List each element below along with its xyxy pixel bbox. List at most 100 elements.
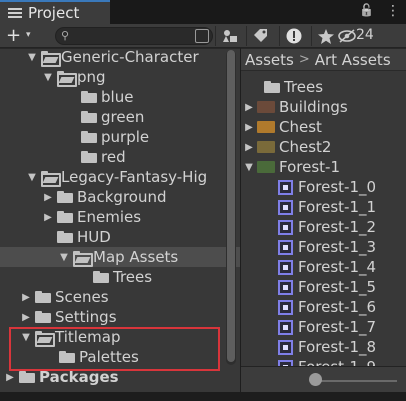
breadcrumb-item-art-assets[interactable]: Art Assets — [315, 51, 391, 69]
tree-item-map-assets[interactable]: ▼ Map Assets — [0, 247, 240, 267]
tree-item-label: png — [77, 68, 106, 86]
asset-item-forest-1-7[interactable]: Forest-1_7 — [241, 317, 376, 337]
asset-item-chest2[interactable]: ▶ Chest2 — [241, 137, 331, 157]
search-by-type-icon[interactable] — [195, 29, 209, 43]
search-input[interactable] — [76, 29, 186, 43]
tree-item-scenes[interactable]: ▶ Scenes — [20, 287, 226, 307]
collapsed-arrow-icon[interactable]: ▶ — [243, 142, 255, 153]
folder-icon — [81, 91, 97, 103]
sprite-tile-icon — [278, 319, 293, 335]
folder-open-icon — [57, 71, 77, 87]
folder-icon — [81, 131, 97, 143]
tree-item-label: Trees — [113, 268, 153, 286]
tree-item-settings[interactable]: ▶ Settings — [20, 307, 226, 327]
asset-label: Forest-1_5 — [298, 278, 377, 296]
breadcrumb: Assets > Art Assets — [241, 49, 406, 71]
asset-item-forest-1-3[interactable]: Forest-1_3 — [241, 237, 376, 257]
asset-item-forest-1-4[interactable]: Forest-1_4 — [241, 257, 376, 277]
tree-scrollbar[interactable] — [226, 50, 236, 365]
tree-item-purple[interactable]: purple — [78, 127, 226, 147]
asset-label: Chest2 — [279, 138, 332, 156]
tree-item-label: Background — [77, 188, 167, 206]
folder-open-icon — [41, 51, 61, 67]
tree-item-red[interactable]: red — [78, 147, 226, 167]
tree-item-label: blue — [101, 88, 134, 106]
hidden-packages-icon[interactable] — [338, 26, 356, 46]
expanded-arrow-icon[interactable]: ▼ — [243, 162, 255, 173]
tree-item-label: Generic-Character — [61, 49, 199, 66]
hidden-count: 24 — [356, 27, 374, 43]
asset-item-forest-1-5[interactable]: Forest-1_5 — [241, 277, 376, 297]
asset-label: Forest-1 — [279, 158, 340, 176]
tree-item-blue[interactable]: blue — [78, 87, 226, 107]
search-field[interactable]: ⚲ — [55, 27, 213, 45]
sprite-tile-icon — [278, 279, 293, 295]
breadcrumb-item-assets[interactable]: Assets — [245, 51, 294, 69]
collapsed-arrow-icon[interactable]: ▶ — [42, 192, 54, 203]
lock-icon[interactable]: 🔓 — [359, 3, 374, 19]
asset-label: Forest-1_7 — [298, 318, 377, 336]
tree-item-hud[interactable]: HUD — [54, 227, 226, 247]
expanded-arrow-icon[interactable]: ▼ — [58, 252, 70, 263]
asset-panel-footer — [241, 366, 406, 392]
asset-label: Forest-1_2 — [298, 218, 377, 236]
asset-item-forest-1-2[interactable]: Forest-1_2 — [241, 217, 376, 237]
folder-icon — [35, 311, 51, 323]
sprite-tile-icon — [278, 199, 293, 215]
folder-open-icon — [73, 251, 93, 267]
sprite-thumbnail-icon — [257, 101, 275, 113]
asset-label: Forest-1_1 — [298, 198, 377, 216]
tree-item-label: Settings — [55, 308, 117, 326]
collapsed-arrow-icon[interactable]: ▶ — [243, 102, 255, 113]
collapsed-arrow-icon[interactable]: ▶ — [20, 312, 32, 323]
collapsed-arrow-icon[interactable]: ▶ — [243, 122, 255, 133]
sprite-thumbnail-icon — [257, 121, 275, 133]
asset-item-buildings[interactable]: ▶ Buildings — [241, 97, 348, 117]
tree-item-background[interactable]: ▶ Background — [42, 187, 226, 207]
asset-item-forest-1[interactable]: ▼ Forest-1 — [241, 157, 340, 177]
highlight-box — [9, 327, 220, 371]
expanded-arrow-icon[interactable]: ▼ — [26, 52, 38, 63]
hamburger-icon — [8, 8, 22, 18]
chevron-down-icon[interactable]: ▾ — [26, 30, 31, 40]
tree-item-legacy-fantasy[interactable]: ▼ Legacy-Fantasy-Hig — [26, 167, 226, 187]
asset-item-trees[interactable]: Trees — [241, 77, 323, 97]
asset-item-forest-1-1[interactable]: Forest-1_1 — [241, 197, 376, 217]
status-bar — [0, 392, 406, 401]
asset-label: Forest-1_0 — [298, 178, 377, 196]
add-button[interactable]: + — [6, 25, 21, 46]
sprite-tile-icon — [278, 339, 293, 355]
tree-item-generic-character[interactable]: ▼ Generic-Character — [26, 49, 226, 67]
asset-label: Trees — [284, 78, 324, 96]
collapsed-arrow-icon[interactable]: ▶ — [20, 292, 32, 303]
expanded-arrow-icon[interactable]: ▼ — [42, 72, 54, 83]
folder-icon — [57, 191, 73, 203]
tree-item-green[interactable]: green — [78, 107, 226, 127]
tree-item-enemies[interactable]: ▶ Enemies — [42, 207, 226, 227]
asset-label: Forest-1_6 — [298, 298, 377, 316]
tab-title: Project — [28, 4, 80, 22]
collapsed-arrow-icon[interactable]: ▶ — [42, 212, 54, 223]
sprite-tile-icon — [278, 259, 293, 275]
scrollbar-thumb[interactable] — [227, 50, 235, 362]
collapsed-arrow-icon[interactable]: ▶ — [4, 372, 16, 383]
asset-item-forest-1-8[interactable]: Forest-1_8 — [241, 337, 376, 357]
favorites-star-icon[interactable] — [311, 26, 339, 46]
asset-label: Forest-1_4 — [298, 258, 377, 276]
tree-item-label: Map Assets — [93, 248, 179, 266]
icon-size-slider[interactable] — [317, 380, 397, 382]
asset-item-forest-1-0[interactable]: Forest-1_0 — [241, 177, 376, 197]
warning-icon[interactable] — [279, 26, 307, 46]
sprite-tile-icon — [278, 239, 293, 255]
asset-item-chest[interactable]: ▶ Chest — [241, 117, 322, 137]
folder-icon — [35, 291, 51, 303]
tab-project[interactable]: Project — [0, 0, 110, 24]
asset-item-forest-1-6[interactable]: Forest-1_6 — [241, 297, 376, 317]
tree-item-trees[interactable]: Trees — [90, 267, 226, 287]
expanded-arrow-icon[interactable]: ▼ — [26, 172, 38, 183]
more-options-icon[interactable]: ⋮ — [386, 3, 400, 19]
icon-size-slider-handle[interactable] — [309, 373, 322, 386]
tree-item-png[interactable]: ▼ png — [42, 67, 226, 87]
shapes-icon[interactable] — [215, 26, 243, 46]
label-tag-icon[interactable] — [246, 26, 274, 46]
